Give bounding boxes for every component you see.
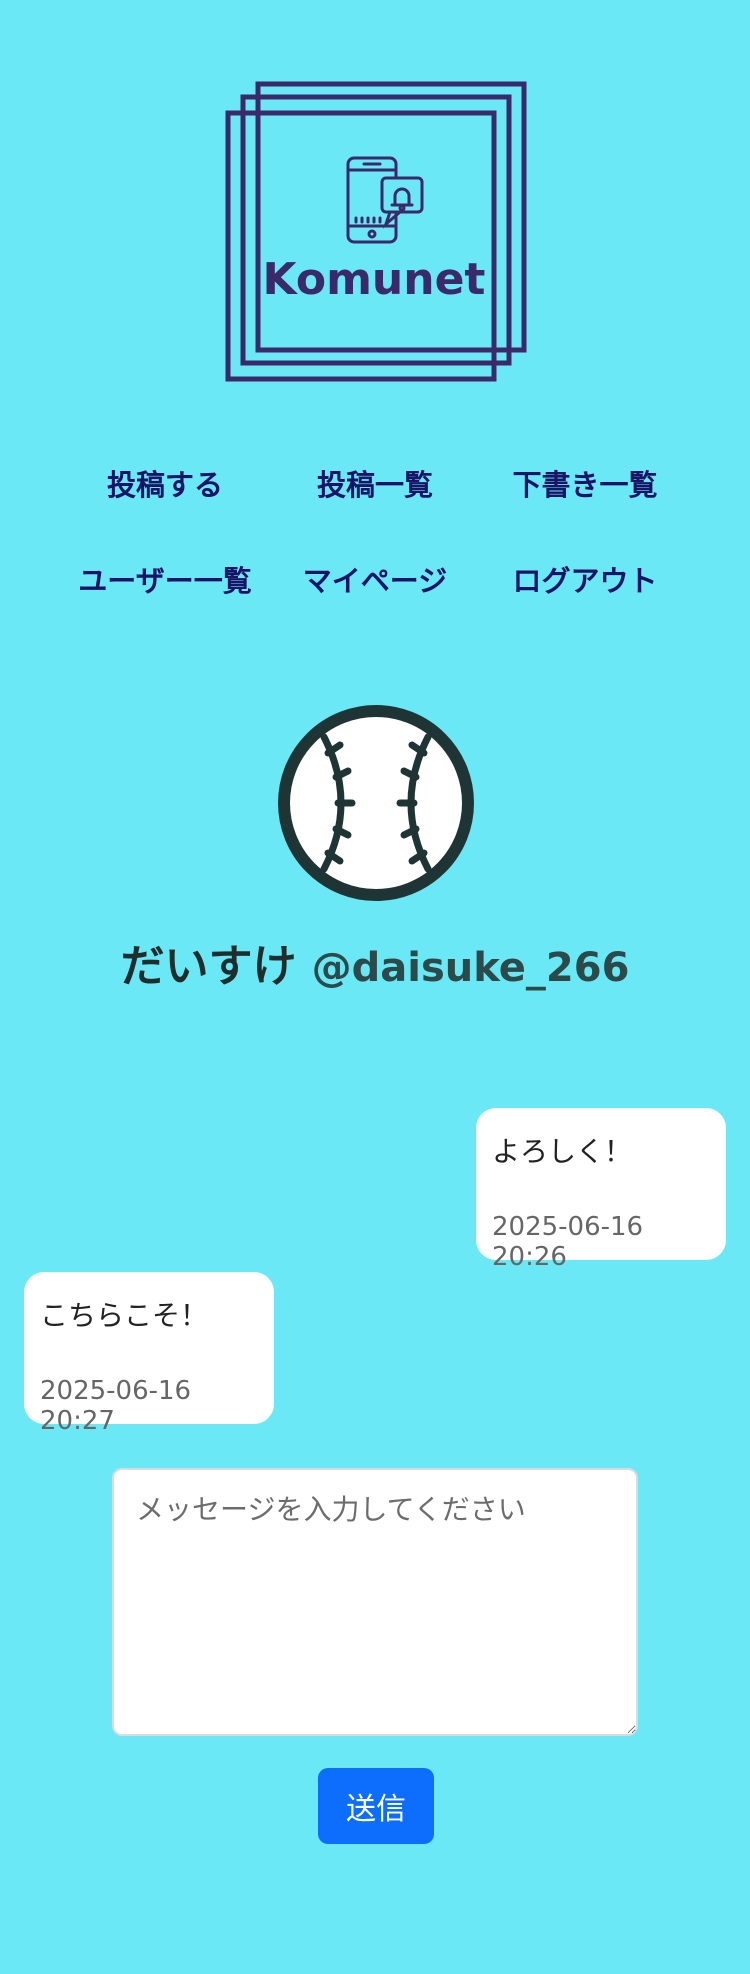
logo-text: Komunet <box>263 254 486 305</box>
message-bubble-sent: よろしく！ 2025-06-16 20:26 <box>476 1108 726 1272</box>
display-name: だいすけ <box>120 941 297 992</box>
nav-mypage[interactable]: マイページ <box>270 558 480 600</box>
nav-users[interactable]: ユーザー一覧 <box>60 558 270 600</box>
nav-row-2: ユーザー一覧 マイページ ログアウト <box>60 531 690 627</box>
message-bubble-received: こちらこそ！ 2025-06-16 20:27 <box>24 1272 274 1436</box>
app-logo[interactable]: Komunet <box>224 80 528 384</box>
message-timestamp: 2025-06-16 20:27 <box>40 1376 192 1436</box>
message-timestamp: 2025-06-16 20:26 <box>492 1212 644 1272</box>
send-button[interactable]: 送信 <box>318 1768 434 1844</box>
avatar <box>276 703 476 903</box>
logo-graphic: Komunet <box>225 81 527 382</box>
message-input[interactable] <box>112 1468 638 1736</box>
nav-post-list[interactable]: 投稿一覧 <box>270 462 480 504</box>
profile-header: だいすけ @daisuke_266 <box>0 930 750 994</box>
baseball-icon <box>278 705 474 901</box>
message-text: こちらこそ！ <box>40 1299 209 1332</box>
nav-post[interactable]: 投稿する <box>60 462 270 504</box>
nav-logout[interactable]: ログアウト <box>480 558 690 600</box>
nav-row-1: 投稿する 投稿一覧 下書き一覧 <box>60 435 690 531</box>
main-navigation: 投稿する 投稿一覧 下書き一覧 ユーザー一覧 マイページ ログアウト <box>60 435 690 627</box>
message-text: よろしく！ <box>492 1135 633 1168</box>
phone-notification-icon <box>346 156 424 244</box>
user-handle: @daisuke_266 <box>311 945 630 991</box>
nav-drafts[interactable]: 下書き一覧 <box>480 462 690 504</box>
